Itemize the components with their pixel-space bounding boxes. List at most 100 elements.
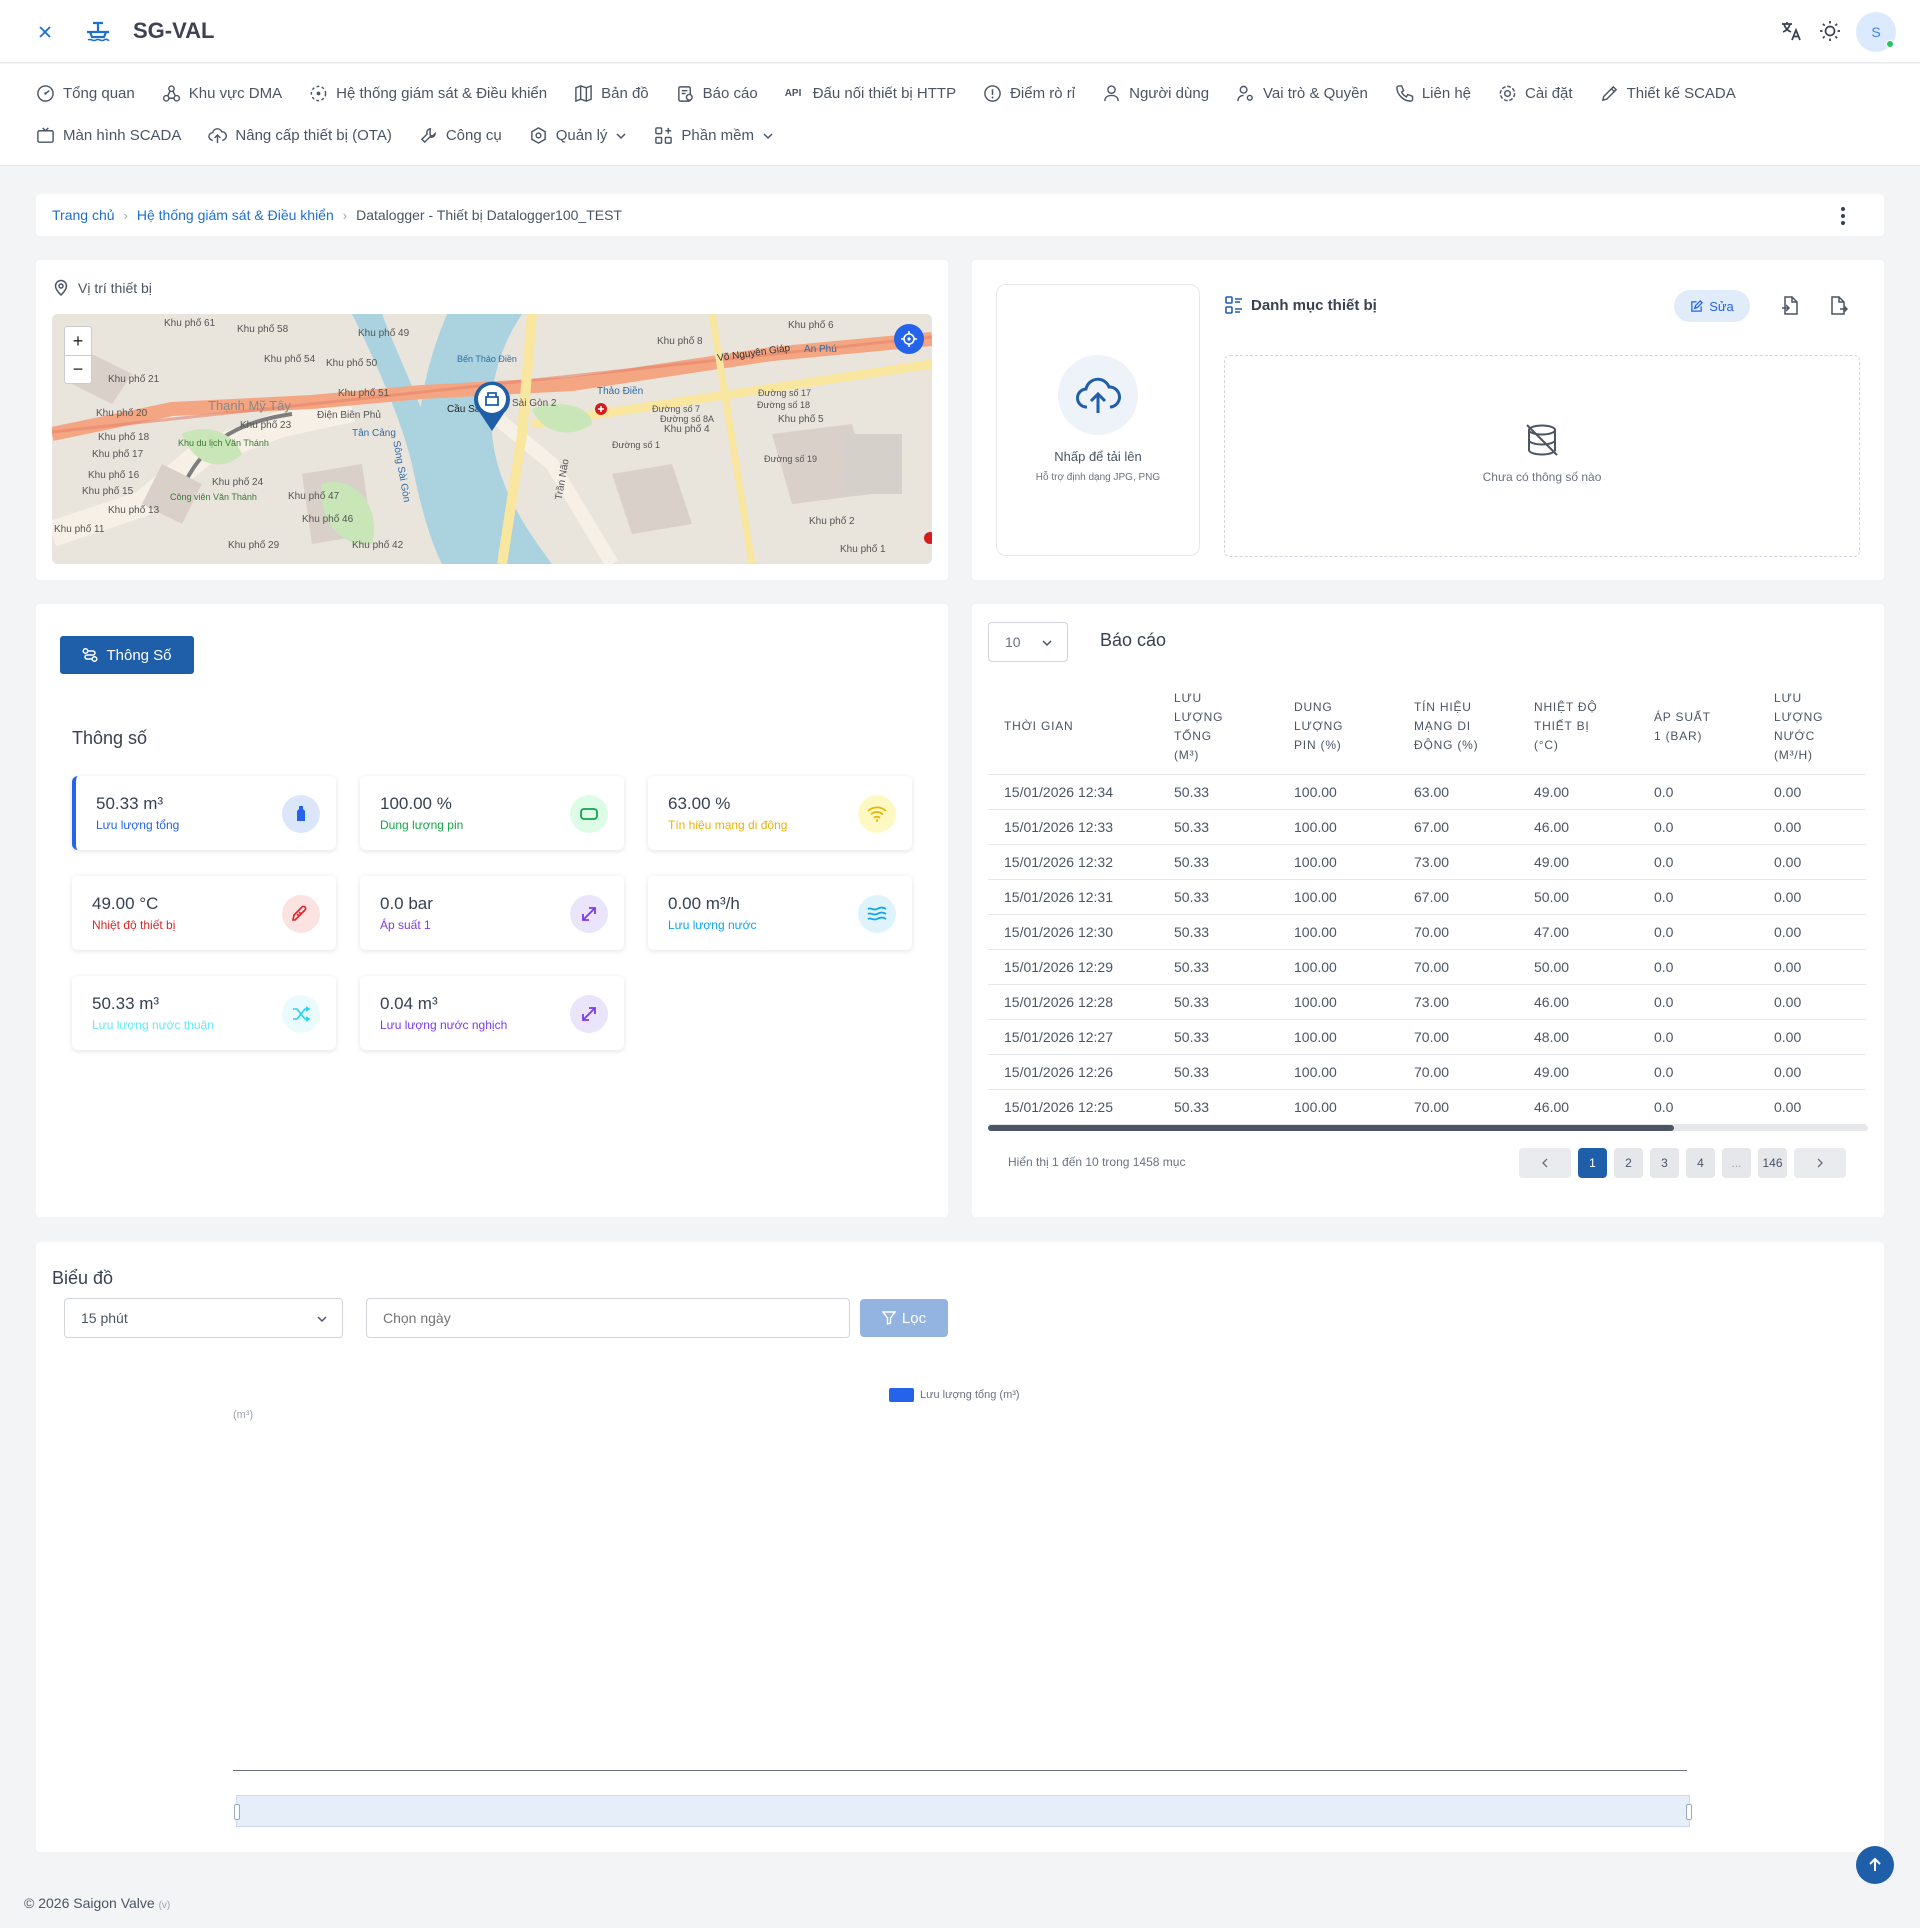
parameters-tab-button[interactable]: Thông Số (60, 636, 194, 674)
monitor-icon (310, 85, 327, 102)
scrollbar-thumb[interactable] (988, 1125, 1674, 1131)
nav-item-bao-cao[interactable]: Báo cáo (676, 84, 758, 103)
horizontal-scrollbar[interactable] (988, 1125, 1868, 1131)
nav-item-lien-he[interactable]: Liên hệ (1395, 84, 1471, 103)
param-card-pressure[interactable]: 0.0 bar Áp suất 1 (360, 876, 624, 950)
page-button-3[interactable]: 3 (1650, 1148, 1679, 1178)
param-value: 0.00 m³/h (668, 894, 740, 913)
param-card-total-flow[interactable]: 50.33 m³ Lưu lượng tổng (72, 776, 336, 850)
edit-button[interactable]: Sửa (1674, 290, 1750, 322)
nav-item-man-hinh-scada[interactable]: Màn hình SCADA (36, 126, 181, 145)
prev-page-button[interactable] (1519, 1148, 1571, 1178)
page-button-4[interactable]: 4 (1686, 1148, 1715, 1178)
breadcrumb-home[interactable]: Trang chủ (52, 207, 115, 223)
device-marker-icon[interactable] (468, 377, 516, 433)
table-cell: 100.00 (1278, 984, 1398, 1020)
param-value: 50.33 m³ (96, 794, 164, 813)
column-header[interactable]: NHIỆT ĐỘ THIẾT BỊ (°C) (1518, 680, 1638, 775)
param-card-water-flow[interactable]: 0.00 m³/h Lưu lượng nước (648, 876, 912, 950)
nav-row-1: Tổng quan Khu vực DMA Hệ thống giám sát … (36, 84, 1763, 103)
page-button-1[interactable]: 1 (1578, 1148, 1607, 1178)
page-size-select[interactable]: 10 (988, 622, 1068, 662)
date-picker-input[interactable] (366, 1298, 850, 1338)
map-label: Bến Thảo Điền (457, 354, 517, 364)
zoom-handle-right[interactable] (1686, 1804, 1692, 1820)
table-cell: 0.00 (1758, 914, 1866, 950)
zoom-handle-left[interactable] (234, 1804, 240, 1820)
device-map[interactable]: Khu phố 61 Khu phố 58 Khu phố 49 Khu phố… (52, 314, 932, 564)
param-card-temperature[interactable]: 49.00 °C Nhiệt độ thiết bị (72, 876, 336, 950)
nav-item-nguoi-dung[interactable]: Người dùng (1102, 84, 1209, 103)
nav-item-diem-ro-ri[interactable]: Điểm rò rỉ (983, 84, 1075, 103)
nav-item-ban-do[interactable]: Bản đồ (574, 84, 649, 103)
column-header[interactable]: DUNG LƯỢNG PIN (%) (1278, 680, 1398, 775)
nav-item-cong-cu[interactable]: Công cụ (419, 126, 502, 145)
nav-item-vai-tro[interactable]: Vai trò & Quyền (1236, 84, 1368, 103)
chevron-down-icon (1042, 640, 1052, 647)
import-document-icon[interactable] (1780, 296, 1800, 316)
more-vertical-icon[interactable] (1840, 206, 1846, 226)
param-card-battery[interactable]: 100.00 % Dung lượng pin (360, 776, 624, 850)
export-document-icon[interactable] (1829, 296, 1849, 316)
locate-device-button[interactable] (894, 324, 924, 354)
parameters-tab-label: Thông Số (106, 646, 172, 664)
header-line: TÍN HIỆU (1414, 700, 1472, 715)
table-cell: 100.00 (1278, 1089, 1398, 1125)
column-header[interactable]: ÁP SUẤT 1 (BAR) (1638, 680, 1758, 775)
nav-label: Điểm rò rỉ (1010, 85, 1076, 102)
column-header[interactable]: LƯU LƯỢNG TỔNG (M³) (1158, 680, 1278, 775)
table-cell: 70.00 (1398, 1089, 1518, 1125)
chart-zoom-slider[interactable] (234, 1795, 1692, 1827)
scroll-to-top-button[interactable] (1856, 1846, 1894, 1884)
nav-item-tong-quan[interactable]: Tổng quan (36, 84, 135, 103)
map-label: Đường số 7 (652, 404, 700, 414)
top-bar: SG-VAL S (0, 0, 1920, 63)
table-row: 15/01/2026 12:32 50.33 100.00 73.00 49.00 0.0… (988, 844, 1866, 880)
chart-legend-item[interactable]: Lưu lượng tổng (m³) (889, 1388, 1020, 1402)
nav-item-thiet-ke-scada[interactable]: Thiết kế SCADA (1600, 84, 1736, 103)
filter-button[interactable]: Lọc (860, 1299, 948, 1337)
nav-item-phan-mem[interactable]: Phần mềm (654, 126, 774, 145)
close-icon[interactable] (34, 21, 56, 43)
image-upload-area[interactable]: Nhấp để tải lên Hỗ trợ định dạng JPG, PN… (996, 284, 1200, 556)
nav-item-khu-vuc-dma[interactable]: Khu vực DMA (162, 84, 282, 103)
param-card-signal[interactable]: 63.00 % Tín hiệu mạng di động (648, 776, 912, 850)
nav-item-nang-cap-ota[interactable]: Nâng cấp thiết bị (OTA) (208, 126, 392, 145)
param-value: 50.33 m³ (92, 994, 160, 1013)
table-cell: 46.00 (1518, 1089, 1638, 1125)
zoom-in-button[interactable]: + (65, 327, 91, 355)
pagination: 1 2 3 4 ... 146 (1519, 1148, 1846, 1178)
copyright-text: © 2026 Saigon Valve (24, 1895, 155, 1911)
network-icon (162, 85, 180, 102)
zoom-out-button[interactable]: − (65, 355, 91, 383)
nav-item-he-thong-giam-sat[interactable]: Hệ thống giám sát & Điều khiển (309, 84, 547, 103)
x-axis-line (233, 1770, 1687, 1771)
translate-icon[interactable] (1778, 18, 1804, 44)
table-cell: 15/01/2026 12:33 (988, 809, 1158, 845)
avatar[interactable]: S (1856, 12, 1896, 52)
tv-icon (37, 127, 54, 143)
breadcrumb-parent[interactable]: Hệ thống giám sát & Điều khiển (137, 207, 334, 223)
table-cell: 100.00 (1278, 844, 1398, 880)
next-page-button[interactable] (1794, 1148, 1846, 1178)
table-cell: 0.0 (1638, 1054, 1758, 1090)
table-cell: 49.00 (1518, 1054, 1638, 1090)
interval-select[interactable]: 15 phút (64, 1298, 343, 1338)
table-cell: 15/01/2026 12:32 (988, 844, 1158, 880)
column-header[interactable]: TÍN HIỆU MẠNG DI ĐỘNG (%) (1398, 680, 1518, 775)
column-header[interactable]: THỜI GIAN (988, 680, 1158, 775)
table-cell: 67.00 (1398, 809, 1518, 845)
column-header[interactable]: LƯU LƯỢNG NƯỚC (M³/H) (1758, 680, 1866, 775)
breadcrumb-separator: › (342, 207, 348, 223)
param-card-reverse-flow[interactable]: 0.04 m³ Lưu lượng nước nghịch (360, 976, 624, 1050)
page-button-last[interactable]: 146 (1758, 1148, 1787, 1178)
table-cell: 73.00 (1398, 844, 1518, 880)
param-card-forward-flow[interactable]: 50.33 m³ Lưu lượng nước thuận (72, 976, 336, 1050)
nav-item-dau-noi-http[interactable]: API Đấu nối thiết bị HTTP (785, 84, 956, 103)
map-label: Khu phố 24 (212, 477, 264, 488)
nav-label: Báo cáo (702, 85, 758, 102)
nav-item-cai-dat[interactable]: Cài đặt (1498, 84, 1573, 103)
theme-sun-icon[interactable] (1817, 18, 1843, 44)
nav-item-quan-ly[interactable]: Quản lý (529, 126, 628, 145)
page-button-2[interactable]: 2 (1614, 1148, 1643, 1178)
